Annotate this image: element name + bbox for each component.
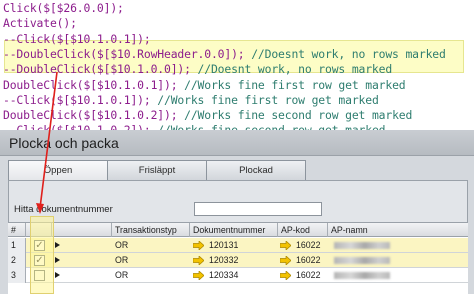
code-arguments: ($[$10.1.0.0]); <box>90 62 191 77</box>
table-row[interactable]: 1✓OR12013116022 <box>8 238 468 253</box>
yellow-link-arrow-icon[interactable] <box>193 241 204 250</box>
code-arguments: ($[$10.1.0.1]); <box>49 92 151 107</box>
code-function: DoubleClick <box>3 77 77 92</box>
code-arguments: ($[$10.1.0.1]); <box>76 77 178 92</box>
header-apname[interactable]: AP-namn <box>328 223 468 237</box>
table-row[interactable]: 3 OR 120334 16022 <box>8 268 468 283</box>
code-arguments: ($[$10.1.0.1]); <box>49 31 151 46</box>
code-line[interactable]: --DoubleClick($[$10.1.0.0]); //Doesnt wo… <box>3 62 392 77</box>
code-function: DoubleClick <box>3 108 77 123</box>
cell-transtype: OR <box>115 240 129 250</box>
tab-plockad[interactable]: Plockad <box>206 160 306 180</box>
triangle-right-icon[interactable] <box>55 272 60 278</box>
code-line[interactable]: Activate(); <box>3 16 77 31</box>
grid-header: # Transaktionstyp Dokumentnummer AP-kod … <box>8 223 468 237</box>
tabstrip: Öppen Frisläppt Plockad <box>8 160 468 180</box>
tab-frislappt[interactable]: Frisläppt <box>107 160 207 180</box>
yellow-link-arrow-icon[interactable] <box>193 256 204 265</box>
code-function: Click <box>3 1 37 15</box>
code-arguments: (); <box>56 16 77 31</box>
code-comment: //Works fine first row get marked <box>177 77 406 92</box>
cell-transtype: OR <box>115 270 129 280</box>
code-line[interactable]: DoubleClick($[$10.1.0.1]); //Works fine … <box>3 78 406 93</box>
code-comment: //Works fine first row get marked <box>150 92 379 107</box>
triangle-right-icon[interactable] <box>55 257 60 263</box>
yellow-link-arrow-icon[interactable] <box>280 241 291 250</box>
row-number[interactable]: 3 <box>8 268 26 283</box>
header-transtype[interactable]: Transaktionstyp <box>112 223 190 237</box>
document-number-input[interactable] <box>194 202 322 216</box>
tab-oppen[interactable]: Öppen <box>8 160 108 180</box>
code-function: --DoubleClick <box>3 62 91 77</box>
triangle-right-icon[interactable] <box>55 242 60 248</box>
yellow-link-arrow-icon[interactable] <box>193 271 204 280</box>
code-line[interactable]: Click($[$26.0.0]); <box>3 1 124 16</box>
code-comment: //Doesnt work, no rows marked <box>244 46 446 61</box>
header-apcode[interactable]: AP-kod <box>278 223 328 237</box>
cell-docnum: 120332 <box>209 255 239 265</box>
window-title: Plocka och packa <box>0 130 474 156</box>
code-function: Activate <box>3 16 57 31</box>
cell-docnum: 120334 <box>209 270 239 280</box>
redacted-name <box>334 257 390 264</box>
script-editor[interactable]: Click($[$26.0.0]); Activate(); --Click($[$… <box>0 0 474 137</box>
code-arguments: ($[$26.0.0]); <box>36 1 124 15</box>
code-function: --DoubleClick <box>3 46 91 61</box>
cell-apcode: 16022 <box>296 270 321 280</box>
cell-transtype: OR <box>115 255 129 265</box>
code-line[interactable]: --Click($[$10.1.0.1]); //Works fine firs… <box>3 93 379 108</box>
redacted-name <box>334 242 390 249</box>
code-arguments: ($[$10.1.0.2]); <box>76 108 178 123</box>
header-indicator[interactable] <box>52 223 112 237</box>
code-arguments: ($[$10.RowHeader.0.0]); <box>90 46 245 61</box>
code-comment: //Works fine second row get marked <box>177 108 413 123</box>
cell-apcode: 16022 <box>296 255 321 265</box>
redacted-name <box>334 272 390 279</box>
code-comment: //Doesnt work, no rows marked <box>190 62 393 77</box>
code-line[interactable]: DoubleClick($[$10.1.0.2]); //Works fine … <box>3 108 412 123</box>
sap-window: Plocka och packa Öppen Frisläppt Plockad… <box>0 130 474 294</box>
code-function: --Click <box>3 31 50 46</box>
row-number[interactable]: 2 <box>8 253 26 268</box>
header-row-number[interactable]: # <box>8 223 26 237</box>
yellow-link-arrow-icon[interactable] <box>280 256 291 265</box>
cell-apcode: 16022 <box>296 240 321 250</box>
search-label: Hitta dokumentnummer <box>14 204 113 215</box>
code-function: --Click <box>3 92 50 107</box>
header-docnum[interactable]: Dokumentnummer <box>190 223 278 237</box>
table-row[interactable]: 2✓OR12033216022 <box>8 253 468 268</box>
yellow-link-arrow-icon[interactable] <box>280 271 291 280</box>
code-line[interactable]: --Click($[$10.1.0.1]); <box>3 32 151 47</box>
code-line[interactable]: --DoubleClick($[$10.RowHeader.0.0]); //D… <box>3 47 446 62</box>
orders-grid: # Transaktionstyp Dokumentnummer AP-kod … <box>8 222 468 294</box>
checkbox-column-highlight <box>30 216 54 294</box>
row-number[interactable]: 1 <box>8 238 26 253</box>
cell-docnum: 120131 <box>209 240 239 250</box>
